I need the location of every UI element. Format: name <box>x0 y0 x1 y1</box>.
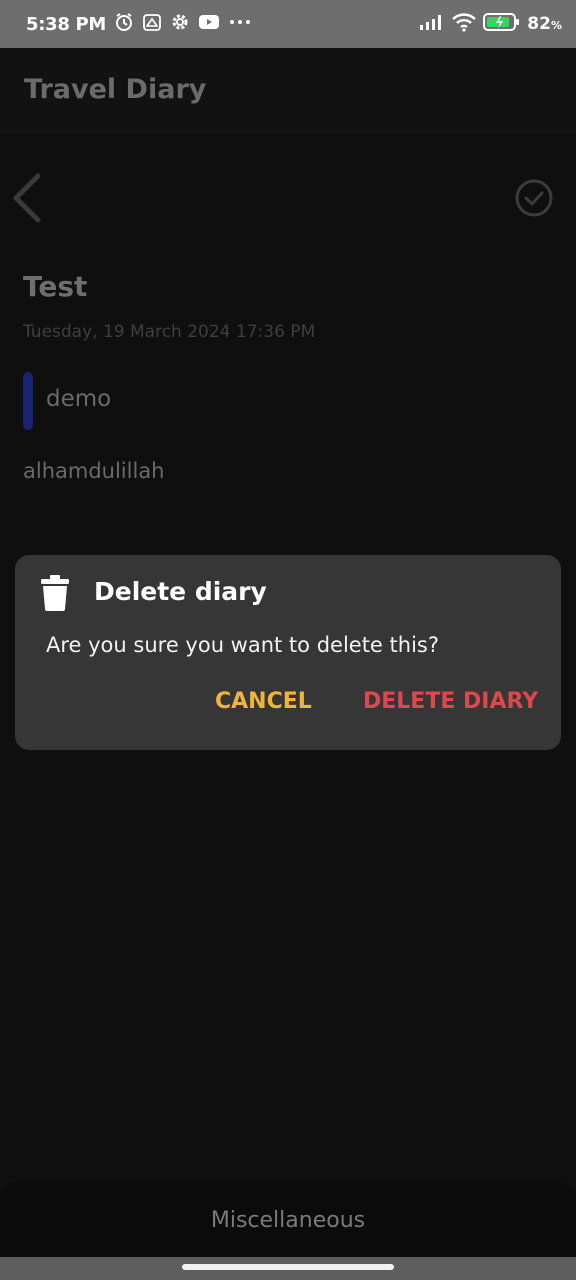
wifi-icon <box>451 12 477 36</box>
app-title: Travel Diary <box>24 74 207 105</box>
settings-icon <box>170 12 190 36</box>
more-dots-icon <box>228 12 252 36</box>
battery-icon <box>483 12 521 36</box>
alarm-icon <box>114 12 134 36</box>
check-circle-icon <box>515 179 553 217</box>
bottom-bar-label: Miscellaneous <box>210 1207 366 1233</box>
dialog-message: Are you sure you want to delete this? <box>46 633 439 657</box>
save-button[interactable] <box>512 176 556 220</box>
gesture-handle[interactable] <box>182 1264 394 1270</box>
tag-color-bar <box>23 372 33 430</box>
signal-icon <box>419 13 445 35</box>
dialog-title: Delete diary <box>94 577 267 606</box>
app-bar: Travel Diary <box>0 48 576 134</box>
entry-date: Tuesday, 19 March 2024 17:36 PM <box>23 322 316 342</box>
status-time: 5:38 PM <box>26 13 107 35</box>
bag-icon <box>142 12 162 36</box>
status-icons-left <box>114 12 252 36</box>
battery-percent: 82% <box>527 14 562 34</box>
status-icons-right: 82% <box>419 12 562 36</box>
back-button[interactable] <box>6 170 50 226</box>
entry-body: alhamdulillah <box>23 459 165 483</box>
delete-diary-button[interactable]: DELETE DIARY <box>363 689 538 714</box>
entry-title: Test <box>23 270 88 303</box>
cancel-button[interactable]: CANCEL <box>215 689 312 714</box>
entry-tag: demo <box>46 386 112 412</box>
status-bar: 5:38 PM 82% <box>0 0 576 48</box>
chevron-left-icon <box>13 173 41 223</box>
trash-icon <box>41 575 69 611</box>
delete-dialog: Delete diary Are you sure you want to de… <box>15 555 561 750</box>
bottom-bar[interactable]: Miscellaneous <box>0 1180 576 1260</box>
youtube-icon <box>198 13 220 35</box>
